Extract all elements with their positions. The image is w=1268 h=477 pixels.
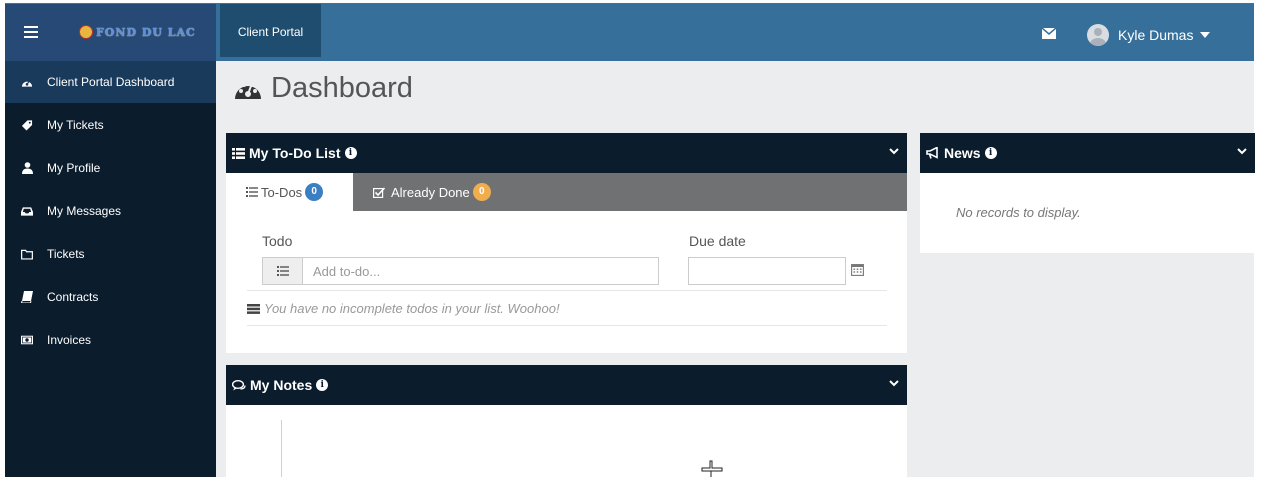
avatar — [1087, 24, 1109, 46]
info-icon[interactable]: i — [344, 147, 357, 159]
todo-tabs: To-Dos 0 Already Done 0 — [226, 173, 907, 211]
todo-panel-title: My To-Do List — [249, 145, 341, 161]
brand-logo-text: FOND DU LAC — [96, 25, 196, 39]
dashboard-icon — [235, 82, 261, 99]
brand-logo[interactable]: FOND DU LAC — [79, 25, 196, 39]
user-icon — [21, 162, 33, 174]
todo-input-group — [262, 257, 659, 285]
list-ul-icon — [246, 187, 258, 197]
todo-panel-header[interactable]: My To-Do List i — [226, 133, 907, 173]
info-icon[interactable]: i — [984, 147, 997, 159]
user-name: Kyle Dumas — [1118, 27, 1194, 43]
sidebar-item-my-tickets[interactable]: My Tickets — [5, 104, 216, 146]
info-icon[interactable]: i — [316, 379, 329, 391]
sidebar-item-my-profile[interactable]: My Profile — [5, 147, 216, 189]
sidebar-item-invoices[interactable]: Invoices — [5, 319, 216, 361]
seal-icon — [79, 25, 93, 39]
notes-panel-header[interactable]: My Notes i — [226, 365, 907, 405]
tab-already-done[interactable]: Already Done 0 — [353, 173, 513, 211]
inbox-icon — [21, 205, 33, 217]
chevron-down-icon[interactable] — [889, 146, 899, 156]
list-icon — [232, 147, 245, 159]
check-square-icon — [373, 186, 385, 198]
sidebar: Client Portal Dashboard My Tickets My Pr… — [5, 61, 216, 477]
money-icon — [21, 334, 33, 346]
todo-empty-text: You have no incomplete todos in your lis… — [264, 301, 560, 316]
user-menu[interactable]: Kyle Dumas — [1087, 24, 1211, 46]
window-right-border — [1254, 0, 1268, 477]
caret-down-icon — [1200, 32, 1211, 38]
list-ul-icon — [263, 258, 303, 284]
bullhorn-icon — [926, 147, 940, 159]
divider — [247, 290, 887, 291]
dashboard-icon — [21, 76, 33, 88]
todo-input[interactable] — [303, 258, 653, 284]
todo-label: Todo — [262, 233, 293, 249]
comments-icon — [232, 379, 246, 391]
page-title-text: Dashboard — [271, 72, 413, 104]
sidebar-item-tickets[interactable]: Tickets — [5, 233, 216, 275]
chevron-down-icon[interactable] — [1237, 146, 1247, 156]
news-panel-title: News — [944, 145, 981, 161]
sidebar-item-label: My Profile — [47, 161, 101, 175]
folder-icon — [21, 248, 33, 260]
divider — [247, 325, 887, 326]
sidebar-item-label: Invoices — [47, 333, 92, 347]
tab-todos-label: To-Dos — [261, 184, 303, 200]
sidebar-item-contracts[interactable]: Contracts — [5, 276, 216, 318]
tab-client-portal[interactable]: Client Portal — [220, 4, 321, 57]
brand-bar: FOND DU LAC — [5, 4, 216, 61]
notes-margin-line — [281, 420, 282, 477]
calendar-icon[interactable] — [851, 263, 864, 276]
sidebar-item-label: My Messages — [47, 204, 122, 218]
sidebar-item-label: Contracts — [47, 290, 99, 304]
top-navbar: Client Portal Kyle Dumas — [216, 4, 1254, 61]
mouse-cursor-icon — [701, 460, 723, 477]
tab-todos[interactable]: To-Dos 0 — [226, 173, 353, 211]
menu-toggle-icon[interactable] — [24, 26, 38, 41]
news-panel-header[interactable]: News i — [920, 133, 1255, 173]
sidebar-item-my-messages[interactable]: My Messages — [5, 190, 216, 232]
tasks-icon — [247, 303, 260, 314]
todo-empty-message: You have no incomplete todos in your lis… — [247, 301, 560, 316]
tab-already-done-label: Already Done — [391, 184, 470, 200]
sidebar-item-label: My Tickets — [47, 118, 104, 132]
chevron-down-icon[interactable] — [889, 378, 899, 388]
due-date-label: Due date — [689, 233, 746, 249]
envelope-icon[interactable] — [1042, 28, 1056, 39]
sidebar-item-label: Tickets — [47, 247, 85, 261]
count-badge: 0 — [305, 183, 324, 201]
page-title: Dashboard — [233, 72, 413, 105]
sidebar-item-dashboard[interactable]: Client Portal Dashboard — [5, 61, 216, 103]
news-empty-message: No records to display. — [956, 205, 1081, 220]
book-icon — [21, 291, 33, 303]
ticket-icon — [21, 119, 33, 131]
due-date-input[interactable] — [688, 257, 846, 285]
sidebar-item-label: Client Portal Dashboard — [47, 75, 175, 89]
notes-panel-title: My Notes — [250, 377, 313, 393]
count-badge: 0 — [472, 183, 491, 201]
